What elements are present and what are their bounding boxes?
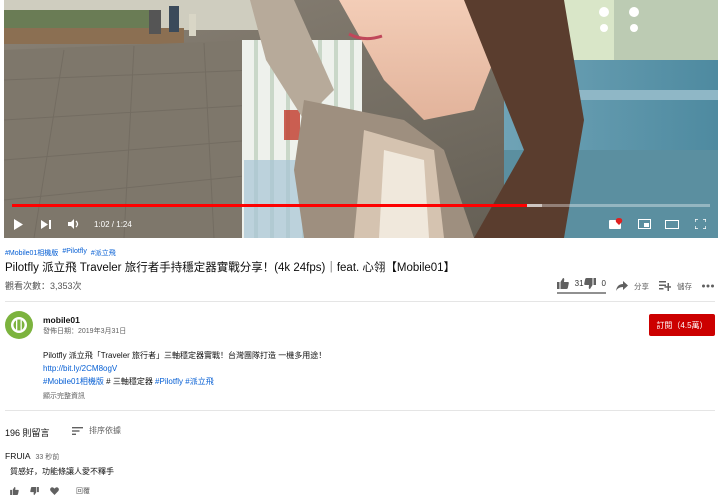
view-count: 觀看次數：3,353次 (5, 281, 82, 291)
more-button[interactable] (702, 284, 714, 288)
video-tags: #Mobile01相機版 #Pilotfly #派立飛 (5, 248, 116, 258)
comment-actions: 回覆 (10, 486, 90, 496)
more-horiz-icon (702, 284, 714, 288)
player-controls: 1:02 / 1:24 (4, 202, 718, 238)
comment-count: 196 則留言 (5, 428, 50, 438)
channel-avatar[interactable] (5, 311, 33, 339)
miniplayer-button[interactable] (630, 214, 658, 234)
comment-author[interactable]: FRUIA (5, 451, 31, 461)
divider (5, 410, 715, 411)
creator-heart-button[interactable] (50, 487, 59, 495)
share-button[interactable]: 分享 (616, 281, 649, 292)
autoplay-toggle[interactable] (602, 214, 630, 234)
next-button[interactable] (32, 214, 60, 234)
save-button[interactable]: 儲存 (659, 281, 692, 292)
utensils-logo-icon (11, 317, 27, 333)
theater-button[interactable] (658, 214, 686, 234)
heart-badge-icon (609, 218, 623, 229)
description-link[interactable]: http://bit.ly/2CM8ogV (43, 362, 326, 375)
comment-text: 質感好，功能條讓人愛不釋手 (10, 467, 114, 476)
dislike-button[interactable]: 0 (583, 278, 606, 294)
share-icon (616, 281, 628, 291)
thumbs-down-icon (30, 487, 39, 495)
hashtag-link[interactable]: #Pilotfly (155, 377, 183, 386)
sort-label: 排序依據 (89, 426, 121, 435)
hashtag-link[interactable]: #Mobile01相機版 (43, 377, 104, 386)
comment-dislike-button[interactable] (30, 487, 39, 495)
fullscreen-button[interactable] (686, 214, 714, 234)
next-icon (41, 219, 51, 229)
progress-bar[interactable] (12, 204, 710, 207)
video-title: Pilotfly 派立飛 Traveler 旅行者手持穩定器實戰分享！(4k 2… (5, 262, 456, 274)
video-actions: 31 0 分享 儲存 (556, 278, 714, 294)
comment-like-button[interactable] (10, 487, 19, 495)
show-more-button[interactable]: 顯示完整資訊 (43, 391, 85, 401)
play-button[interactable] (4, 214, 32, 234)
playlist-add-icon (659, 281, 671, 291)
play-icon (14, 218, 23, 230)
miniplayer-icon (637, 219, 651, 229)
thumbs-up-icon (556, 278, 569, 289)
theater-icon (665, 219, 679, 229)
tag-link[interactable]: #Mobile01相機版 (5, 248, 58, 258)
sort-button[interactable]: 排序依據 (72, 425, 121, 436)
video-description: Pilotfly 派立飛「Traveler 旅行者」三軸穩定器實戰！台灣團隊打造… (43, 349, 326, 388)
like-button[interactable]: 31 (556, 278, 584, 294)
channel-name[interactable]: mobile01 (43, 315, 80, 325)
hashtag-link[interactable]: #派立飛 (185, 377, 213, 386)
reply-button[interactable]: 回覆 (76, 486, 90, 496)
sort-icon (72, 426, 83, 435)
divider (5, 301, 715, 302)
comment-time[interactable]: 33 秒前 (36, 452, 60, 462)
time-display: 1:02 / 1:24 (94, 219, 132, 229)
progress-played (12, 204, 528, 207)
comment-header: FRUIA 33 秒前 (5, 451, 59, 462)
heart-icon (50, 487, 59, 495)
thumbs-up-icon (10, 487, 19, 495)
publish-date: 發佈日期：2019年3月31日 (43, 328, 127, 335)
fullscreen-icon (694, 219, 706, 229)
tag-link[interactable]: #Pilotfly (62, 248, 87, 258)
video-player[interactable]: 1:02 / 1:24 (4, 0, 718, 238)
description-hashtags: #Mobile01相機版 # 三軸穩定器 #Pilotfly #派立飛 (43, 375, 326, 388)
volume-icon (68, 219, 79, 229)
subscribe-button[interactable]: 訂閱（4.5萬） (649, 314, 715, 336)
description-line: Pilotfly 派立飛「Traveler 旅行者」三軸穩定器實戰！台灣團隊打造… (43, 351, 327, 360)
thumbs-down-icon (583, 278, 596, 289)
tag-link[interactable]: #派立飛 (91, 248, 116, 258)
volume-button[interactable] (60, 214, 88, 234)
hashtag-text: # 三軸穩定器 (103, 377, 156, 386)
